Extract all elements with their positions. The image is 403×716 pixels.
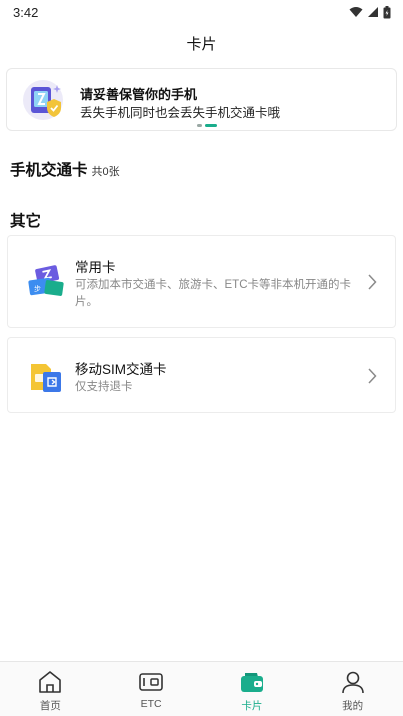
tab-cards-label: 卡片 [241, 700, 263, 712]
signal-icon [368, 7, 378, 17]
tab-etc[interactable]: ETC [101, 662, 202, 716]
user-icon [341, 671, 364, 694]
tab-profile[interactable]: 我的 [302, 662, 403, 716]
carousel-dot [197, 124, 202, 127]
carousel-dot-active [205, 124, 217, 127]
tab-home-label: 首页 [39, 700, 61, 712]
page-title: 卡片 [186, 36, 217, 53]
battery-icon [383, 5, 391, 18]
security-banner[interactable]: 请妥善保管你的手机 丢失手机同时也会丢失手机交通卡哦 [6, 68, 397, 131]
svg-text:步: 步 [34, 285, 41, 293]
tab-etc-label: ETC [140, 698, 162, 710]
mobile-sim-card-title: 移动SIM交通卡 [75, 362, 167, 377]
wallet-icon [240, 673, 263, 692]
tab-profile-label: 我的 [342, 700, 364, 712]
tab-home[interactable]: 首页 [0, 662, 101, 716]
transit-card-section-header: 手机交通卡 共0张 [10, 158, 120, 180]
phone-shield-icon [23, 80, 63, 120]
banner-subtitle: 丢失手机同时也会丢失手机交通卡哦 [80, 106, 281, 120]
bottom-tab-bar: 首页 ETC 卡片 我的 [0, 661, 403, 716]
common-card-description: 可添加本市交通卡、旅游卡、ETC卡等非本机开通的卡片。 [75, 279, 351, 308]
common-card-title: 常用卡 [75, 260, 116, 275]
mobile-sim-card-item[interactable]: 移动SIM交通卡 仅支持退卡 [7, 337, 396, 413]
common-card-item[interactable]: 步 常用卡 可添加本市交通卡、旅游卡、ETC卡等非本机开通的卡片。 [7, 235, 396, 328]
etc-icon [139, 673, 163, 691]
mobile-sim-card-description: 仅支持退卡 [75, 381, 133, 393]
chevron-right-icon [368, 274, 377, 290]
transit-section-title: 手机交通卡 [10, 162, 88, 179]
status-bar: 3:42 [0, 0, 403, 24]
sim-card-icon [31, 364, 61, 392]
carousel-indicator [197, 124, 217, 127]
other-section-title: 其它 [10, 213, 42, 230]
status-icons [349, 5, 391, 19]
status-time: 3:42 [13, 4, 39, 20]
transit-card-count: 共0张 [91, 166, 120, 178]
common-cards-icon: 步 [28, 265, 64, 296]
home-icon [39, 671, 62, 693]
chevron-right-icon [368, 368, 377, 384]
tab-cards[interactable]: 卡片 [202, 662, 303, 716]
banner-title: 请妥善保管你的手机 [80, 87, 198, 102]
wifi-icon [349, 7, 363, 17]
